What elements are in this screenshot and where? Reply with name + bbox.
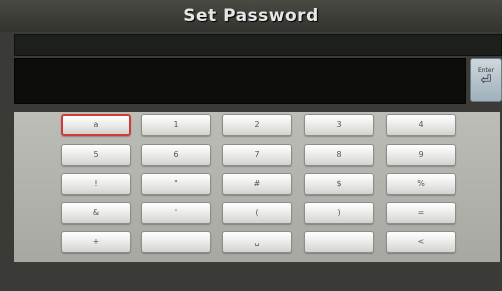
key-paren-close[interactable]: ) <box>304 202 374 224</box>
enter-icon: ⏎ <box>480 73 492 88</box>
key-blank-1[interactable] <box>141 231 211 253</box>
key-exclamation[interactable]: ! <box>61 173 131 195</box>
enter-button[interactable]: Enter ⏎ <box>470 58 502 102</box>
status-field <box>14 34 502 56</box>
key-plus[interactable]: + <box>61 231 131 253</box>
key-4[interactable]: 4 <box>386 114 456 136</box>
title-bar: Set Password <box>0 0 502 32</box>
window-title: Set Password <box>183 6 319 26</box>
key-8[interactable]: 8 <box>304 144 374 166</box>
key-paren-open[interactable]: ( <box>222 202 292 224</box>
key-2[interactable]: 2 <box>222 114 292 136</box>
key-6[interactable]: 6 <box>141 144 211 166</box>
bottom-bar <box>0 262 502 291</box>
key-quote[interactable]: " <box>141 173 211 195</box>
key-blank-2[interactable] <box>304 231 374 253</box>
key-space[interactable]: ␣ <box>222 231 292 253</box>
key-7[interactable]: 7 <box>222 144 292 166</box>
key-dollar[interactable]: $ <box>304 173 374 195</box>
key-backspace[interactable]: < <box>386 231 456 253</box>
key-hash[interactable]: # <box>222 173 292 195</box>
key-ampersand[interactable]: & <box>61 202 131 224</box>
key-percent[interactable]: % <box>386 173 456 195</box>
key-apostrophe[interactable]: ' <box>141 202 211 224</box>
key-1[interactable]: 1 <box>141 114 211 136</box>
keypad: a 1 2 3 4 5 6 7 8 9 ! " # $ % & ' ( ) = … <box>14 112 500 262</box>
key-3[interactable]: 3 <box>304 114 374 136</box>
key-equals[interactable]: = <box>386 202 456 224</box>
key-5[interactable]: 5 <box>61 144 131 166</box>
password-input[interactable] <box>14 58 466 104</box>
key-a[interactable]: a <box>61 114 131 136</box>
key-9[interactable]: 9 <box>386 144 456 166</box>
